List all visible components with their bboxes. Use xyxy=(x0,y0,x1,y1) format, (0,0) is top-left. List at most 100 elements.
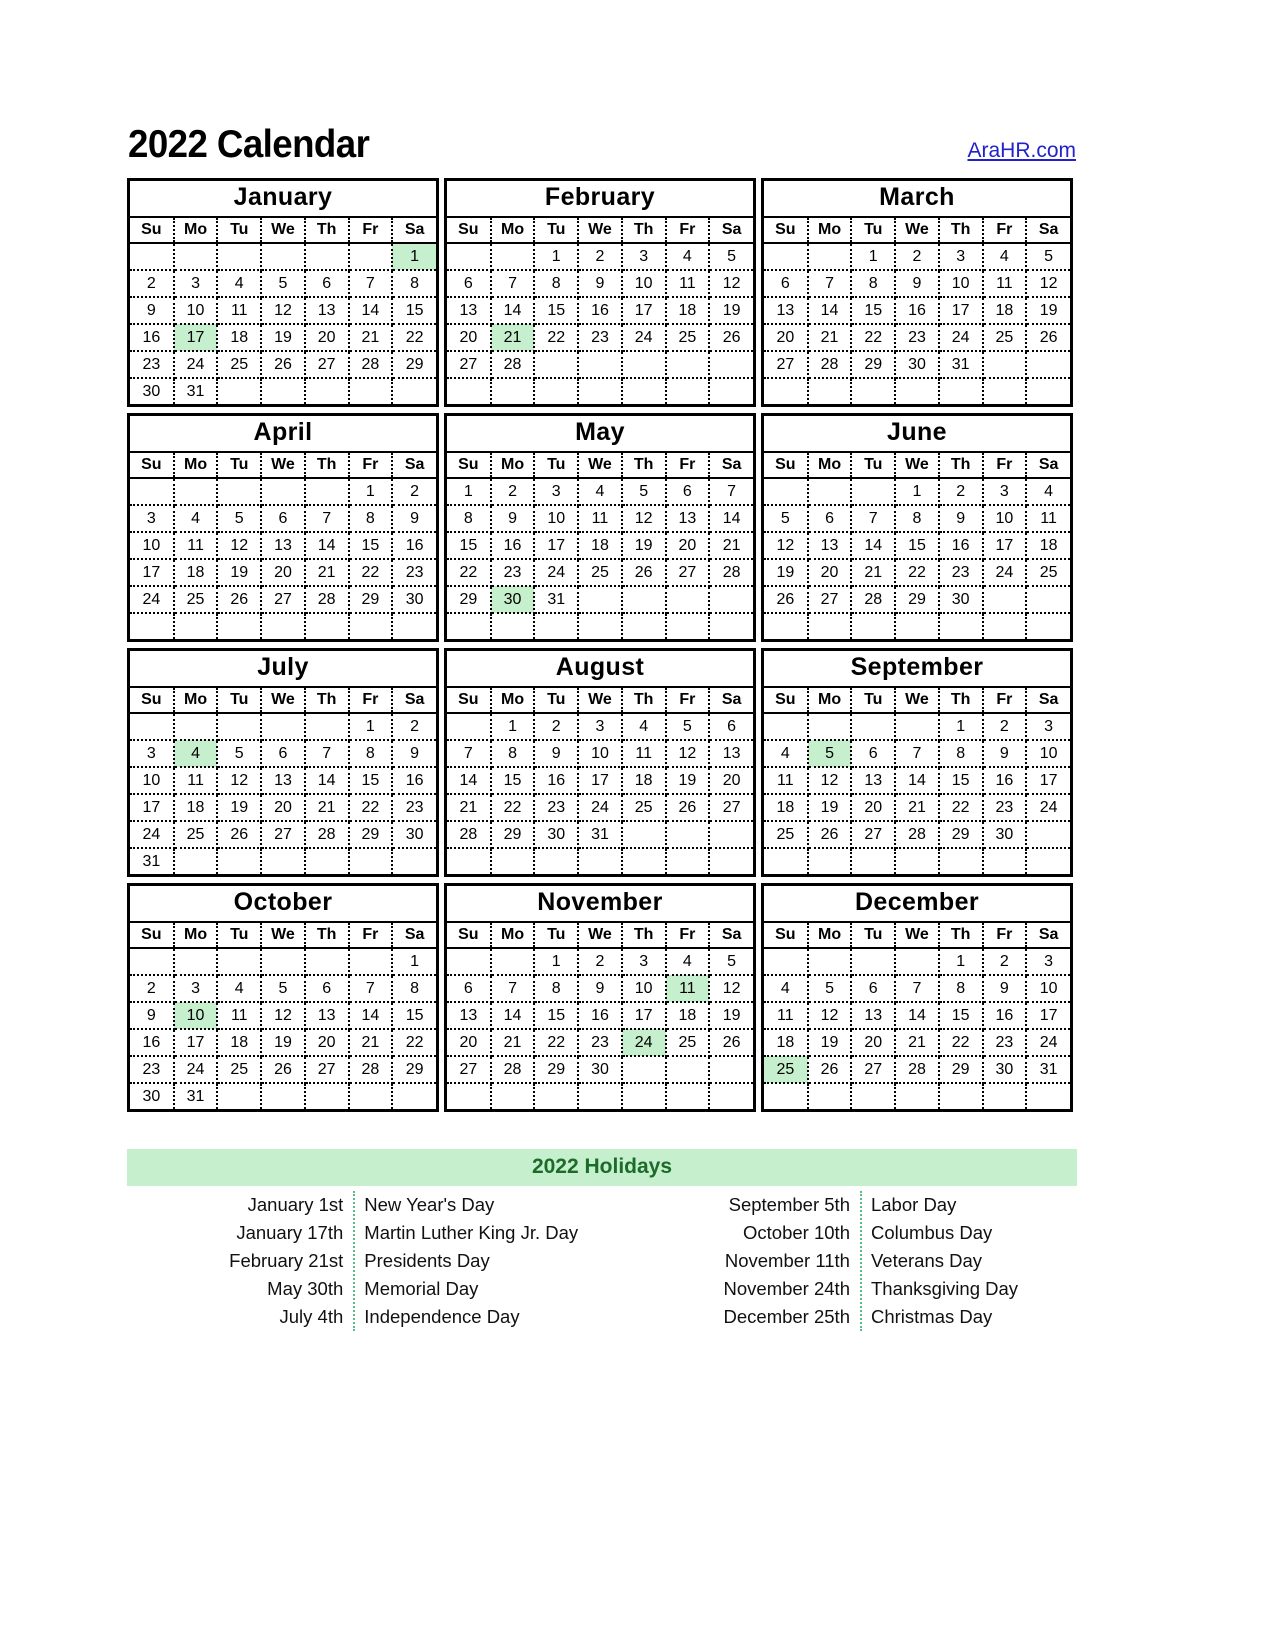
site-link[interactable]: AraHR.com xyxy=(967,140,1076,164)
day-cell[interactable]: 15 xyxy=(392,297,436,325)
day-cell[interactable]: 15 xyxy=(348,767,394,795)
day-cell[interactable]: 17 xyxy=(1026,1002,1070,1030)
day-cell[interactable]: 24 xyxy=(130,821,175,849)
day-cell[interactable]: 19 xyxy=(807,794,853,822)
day-cell[interactable]: 25 xyxy=(982,324,1028,352)
day-cell[interactable]: 4 xyxy=(764,740,809,768)
day-cell[interactable]: 17 xyxy=(534,532,580,560)
day-cell[interactable]: 3 xyxy=(621,948,667,976)
day-cell[interactable]: 25 xyxy=(217,351,263,379)
day-cell[interactable]: 16 xyxy=(982,1002,1028,1030)
day-cell[interactable]: 20 xyxy=(764,324,809,352)
day-cell[interactable]: 25 xyxy=(173,821,219,849)
day-cell[interactable]: 30 xyxy=(982,821,1028,849)
day-cell[interactable]: 21 xyxy=(304,794,350,822)
day-cell[interactable]: 17 xyxy=(1026,767,1070,795)
day-cell[interactable]: 20 xyxy=(851,1029,897,1057)
day-cell[interactable]: 14 xyxy=(348,297,394,325)
day-cell[interactable]: 7 xyxy=(348,975,394,1003)
day-cell[interactable]: 24 xyxy=(173,1056,219,1084)
day-cell[interactable]: 22 xyxy=(447,559,492,587)
day-cell[interactable]: 22 xyxy=(490,794,536,822)
day-cell[interactable]: 18 xyxy=(1026,532,1070,560)
day-cell[interactable]: 29 xyxy=(392,351,436,379)
day-cell[interactable]: 15 xyxy=(851,297,897,325)
day-cell[interactable]: 14 xyxy=(851,532,897,560)
day-cell[interactable]: 3 xyxy=(130,740,175,768)
day-cell[interactable]: 16 xyxy=(534,767,580,795)
day-cell[interactable]: 1 xyxy=(348,478,394,506)
day-cell[interactable]: 28 xyxy=(348,351,394,379)
day-cell[interactable]: 21 xyxy=(447,794,492,822)
day-cell[interactable]: 6 xyxy=(261,740,306,768)
day-cell[interactable]: 17 xyxy=(621,297,667,325)
day-cell[interactable]: 22 xyxy=(938,1029,984,1057)
day-cell[interactable]: 10 xyxy=(982,505,1028,533)
day-cell[interactable]: 25 xyxy=(217,1056,263,1084)
day-cell[interactable]: 23 xyxy=(578,324,623,352)
day-cell[interactable]: 6 xyxy=(851,975,897,1003)
day-cell[interactable]: 8 xyxy=(490,740,536,768)
day-cell[interactable]: 8 xyxy=(895,505,940,533)
day-cell[interactable]: 2 xyxy=(938,478,984,506)
day-cell[interactable]: 18 xyxy=(665,1002,711,1030)
day-cell[interactable]: 23 xyxy=(895,324,940,352)
day-cell[interactable]: 29 xyxy=(348,821,394,849)
day-cell[interactable]: 16 xyxy=(130,324,175,352)
day-cell[interactable]: 1 xyxy=(534,948,580,976)
day-cell[interactable]: 5 xyxy=(807,975,853,1003)
day-cell[interactable]: 28 xyxy=(709,559,753,587)
day-cell[interactable]: 14 xyxy=(895,767,940,795)
day-cell[interactable]: 1 xyxy=(851,243,897,271)
day-cell[interactable]: 27 xyxy=(447,1056,492,1084)
day-cell[interactable]: 18 xyxy=(217,324,263,352)
day-cell[interactable]: 14 xyxy=(304,767,350,795)
day-cell[interactable]: 4 xyxy=(621,713,667,741)
day-cell[interactable]: 30 xyxy=(392,586,436,614)
day-cell[interactable]: 5 xyxy=(709,243,753,271)
day-cell[interactable]: 17 xyxy=(982,532,1028,560)
day-cell[interactable]: 2 xyxy=(392,713,436,741)
day-cell[interactable]: 2 xyxy=(578,243,623,271)
day-cell[interactable]: 31 xyxy=(173,1083,219,1109)
day-cell[interactable]: 16 xyxy=(392,767,436,795)
day-cell[interactable]: 16 xyxy=(895,297,940,325)
day-cell[interactable]: 29 xyxy=(534,1056,580,1084)
day-cell[interactable]: 30 xyxy=(130,378,175,404)
day-cell[interactable]: 26 xyxy=(709,324,753,352)
day-cell[interactable]: 11 xyxy=(217,297,263,325)
day-cell[interactable]: 21 xyxy=(851,559,897,587)
day-cell[interactable]: 19 xyxy=(665,767,711,795)
day-cell[interactable]: 12 xyxy=(665,740,711,768)
day-cell[interactable]: 18 xyxy=(764,794,809,822)
day-cell[interactable]: 18 xyxy=(173,794,219,822)
day-cell[interactable]: 5 xyxy=(217,505,263,533)
day-cell[interactable]: 21 xyxy=(895,794,940,822)
day-cell[interactable]: 14 xyxy=(807,297,853,325)
day-cell[interactable]: 2 xyxy=(490,478,536,506)
day-cell[interactable]: 28 xyxy=(851,586,897,614)
day-cell[interactable]: 9 xyxy=(982,975,1028,1003)
day-cell[interactable]: 15 xyxy=(392,1002,436,1030)
day-cell[interactable]: 11 xyxy=(764,1002,809,1030)
day-cell[interactable]: 27 xyxy=(764,351,809,379)
day-cell[interactable]: 21 xyxy=(304,559,350,587)
day-cell[interactable]: 11 xyxy=(982,270,1028,298)
day-cell[interactable]: 10 xyxy=(130,767,175,795)
day-cell[interactable]: 30 xyxy=(895,351,940,379)
day-cell[interactable]: 16 xyxy=(938,532,984,560)
day-cell[interactable]: 8 xyxy=(392,270,436,298)
day-cell[interactable]: 3 xyxy=(578,713,623,741)
day-cell[interactable]: 6 xyxy=(851,740,897,768)
day-cell[interactable]: 25 xyxy=(665,1029,711,1057)
day-cell[interactable]: 18 xyxy=(217,1029,263,1057)
day-cell[interactable]: 10 xyxy=(1026,975,1070,1003)
day-cell[interactable]: 14 xyxy=(895,1002,940,1030)
day-cell[interactable]: 13 xyxy=(851,767,897,795)
day-cell[interactable]: 4 xyxy=(764,975,809,1003)
day-cell[interactable]: 30 xyxy=(578,1056,623,1084)
day-cell[interactable]: 8 xyxy=(447,505,492,533)
day-cell[interactable]: 5 xyxy=(665,713,711,741)
day-cell[interactable]: 29 xyxy=(447,586,492,614)
day-cell[interactable]: 23 xyxy=(392,794,436,822)
